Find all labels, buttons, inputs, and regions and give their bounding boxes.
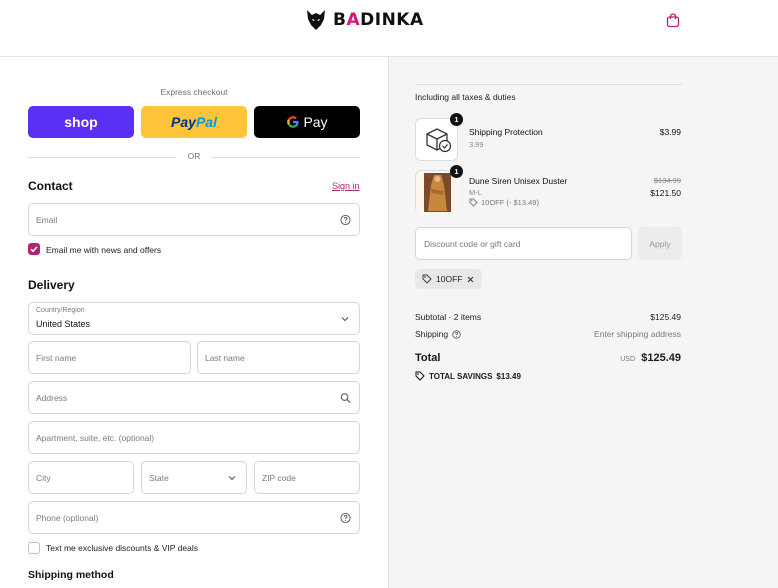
item-price: $3.99 (659, 127, 681, 137)
divider-line (212, 157, 360, 158)
google-pay-label: Pay (303, 114, 328, 130)
tag-icon (422, 274, 432, 284)
sms-checkbox[interactable] (28, 542, 40, 554)
total-currency: USD (620, 356, 635, 363)
applied-discount-chip: 10OFF (415, 269, 483, 289)
address-placeholder: Address (36, 392, 68, 403)
country-value: United States (36, 319, 91, 329)
contact-title: Contact (28, 179, 73, 193)
shopping-bag-icon[interactable] (665, 12, 681, 28)
first-name-field[interactable]: First name (28, 341, 191, 374)
email-field[interactable]: Email (28, 203, 360, 236)
tag-icon (415, 371, 425, 381)
header: BADINKA (0, 0, 778, 57)
item-price: $121.50 (650, 188, 681, 198)
express-checkout-label: Express checkout (160, 87, 228, 97)
last-name-placeholder: Last name (205, 352, 245, 363)
paypal-label-pay: Pay (171, 114, 196, 130)
total-value: $125.49 (641, 352, 681, 364)
or-divider: OR (28, 151, 360, 163)
taxes-note: Including all taxes & duties (415, 92, 516, 102)
package-check-icon (426, 128, 452, 153)
savings-label: TOTAL SAVINGS (429, 371, 493, 381)
first-name-placeholder: First name (36, 352, 77, 363)
item-name: Dune Siren Unisex Duster (469, 176, 568, 186)
subtotal-value: $125.49 (650, 312, 681, 322)
city-field[interactable]: City (28, 461, 134, 494)
newsletter-label: Email me with news and offers (46, 245, 162, 255)
close-icon[interactable] (466, 275, 475, 284)
google-g-icon (287, 116, 300, 128)
subtotal-label: Subtotal · 2 items (415, 312, 482, 322)
shop-pay-label: shop (64, 114, 98, 130)
email-placeholder: Email (36, 214, 58, 225)
or-label: OR (187, 151, 201, 161)
help-circle-icon[interactable] (452, 329, 461, 339)
shipping-protection-thumbnail: 1 (415, 113, 463, 161)
country-select[interactable]: Country/Region United States (28, 302, 360, 335)
zip-placeholder: ZIP code (262, 472, 296, 483)
quantity-badge: 1 (450, 113, 463, 126)
tag-icon (469, 198, 478, 207)
country-label: Country/Region (36, 307, 85, 314)
delivery-title: Delivery (28, 278, 75, 292)
apply-button[interactable]: Apply (638, 227, 682, 260)
chevron-down-icon (228, 475, 236, 480)
newsletter-checkbox[interactable] (28, 243, 40, 255)
paypal-button[interactable]: Pay Pal (141, 106, 247, 138)
apartment-placeholder: Apartment, suite, etc. (optional) (36, 432, 155, 443)
shipping-value: Enter shipping address (594, 329, 681, 339)
shipping-method-title: Shipping method (28, 569, 114, 581)
checkout-form: Express checkout shop Pay Pal Pay OR Cont… (0, 57, 388, 588)
checkmark-icon (30, 246, 38, 253)
savings-value: $13.49 (496, 371, 521, 381)
search-icon (340, 392, 351, 403)
item-original-price: $134.99 (653, 176, 681, 185)
google-pay-button[interactable]: Pay (254, 106, 360, 138)
discount-code-field[interactable]: Discount code or gift card (415, 227, 632, 260)
address-field[interactable]: Address (28, 381, 360, 414)
help-circle-icon[interactable] (340, 512, 351, 523)
dune-siren-thumbnail: 1 (415, 165, 463, 214)
sms-label: Text me exclusive discounts & VIP deals (46, 543, 198, 553)
brand-name: BADINKA (333, 10, 424, 30)
help-circle-icon[interactable] (340, 214, 351, 225)
product-photo (416, 171, 459, 214)
wolf-logo-icon (307, 10, 325, 30)
applied-code: 10OFF (436, 274, 463, 284)
item-discount: 10OFF (- $13.49) (469, 198, 539, 207)
state-placeholder: State (149, 472, 169, 483)
shipping-row: Shipping (415, 329, 461, 339)
apartment-field[interactable]: Apartment, suite, etc. (optional) (28, 421, 360, 454)
shop-pay-button[interactable]: shop (28, 106, 134, 138)
quantity-badge: 1 (450, 165, 463, 178)
summary-divider (415, 84, 682, 85)
phone-field[interactable]: Phone (optional) (28, 501, 360, 534)
chevron-down-icon (341, 316, 349, 321)
phone-placeholder: Phone (optional) (36, 512, 99, 523)
sign-in-link[interactable]: Sign in (332, 181, 360, 191)
brand-logo[interactable]: BADINKA (305, 8, 424, 32)
item-variant: 3.99 (469, 140, 484, 149)
item-name: Shipping Protection (469, 127, 543, 137)
item-variant: M-L (469, 188, 482, 197)
zip-field[interactable]: ZIP code (254, 461, 360, 494)
city-placeholder: City (36, 472, 51, 483)
paypal-label-pal: Pal (195, 114, 217, 130)
total-savings: TOTAL SAVINGS $13.49 (415, 371, 521, 381)
order-summary: Including all taxes & duties 1 Shipping … (388, 57, 778, 588)
last-name-field[interactable]: Last name (197, 341, 360, 374)
total-label: Total (415, 352, 441, 364)
shipping-label: Shipping (415, 329, 449, 339)
state-select[interactable]: State (141, 461, 247, 494)
item-discount-text: 10OFF (- $13.49) (481, 198, 539, 207)
discount-code-placeholder: Discount code or gift card (424, 238, 521, 249)
